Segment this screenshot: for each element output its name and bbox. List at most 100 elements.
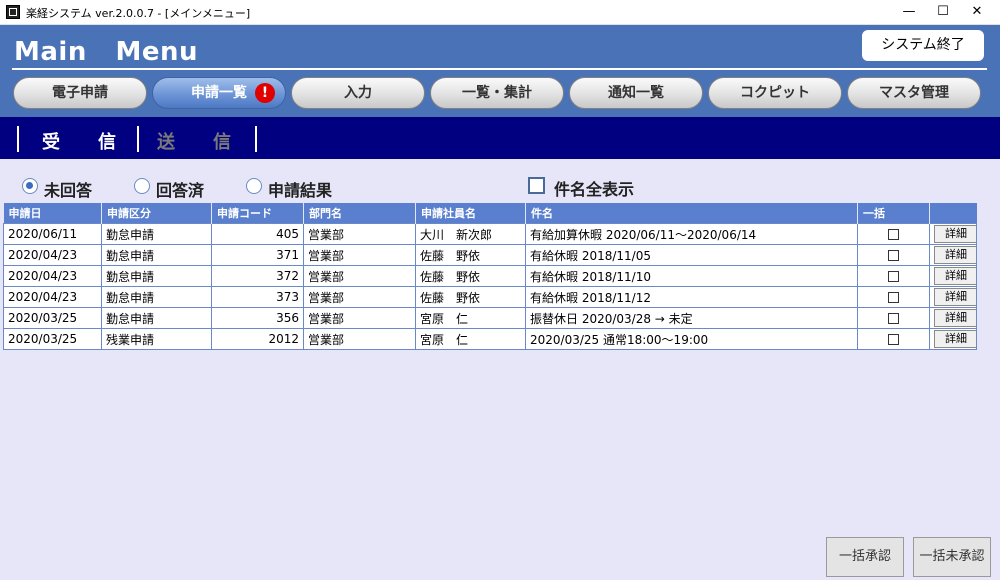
cell-type: 勤怠申請 bbox=[101, 223, 212, 245]
cell-detail: 詳細 bbox=[929, 265, 977, 287]
cell-subject: 2020/03/25 通常18:00～19:00 bbox=[525, 328, 858, 350]
cell-bulk bbox=[857, 286, 930, 308]
table-row[interactable]: 2020/04/23 勤怠申請 371 営業部 佐藤 野依 有給休暇 2018/… bbox=[3, 244, 977, 266]
tab-separator bbox=[137, 126, 139, 152]
detail-button[interactable]: 詳細 bbox=[934, 330, 976, 348]
app-icon bbox=[6, 5, 20, 19]
nav-button-list-summary[interactable]: 一覧・集計 bbox=[430, 77, 564, 109]
show-full-subject-checkbox[interactable] bbox=[528, 177, 545, 194]
column-header bbox=[929, 203, 977, 224]
radio-checked-icon bbox=[22, 178, 38, 194]
detail-button[interactable]: 詳細 bbox=[934, 225, 976, 243]
nav-button-input[interactable]: 入力 bbox=[291, 77, 425, 109]
column-header[interactable]: 件名 bbox=[525, 203, 858, 224]
nav-button-label: マスタ管理 bbox=[879, 85, 949, 101]
alert-icon: ! bbox=[255, 83, 275, 103]
cell-code: 2012 bbox=[211, 328, 304, 350]
detail-button[interactable]: 詳細 bbox=[934, 309, 976, 327]
cell-date: 2020/03/25 bbox=[3, 328, 102, 350]
nav-button-label: 申請一覧 bbox=[191, 85, 247, 101]
nav-button-master-management[interactable]: マスタ管理 bbox=[847, 77, 981, 109]
cell-detail: 詳細 bbox=[929, 307, 977, 329]
column-header[interactable]: 申請区分 bbox=[101, 203, 212, 224]
table-row[interactable]: 2020/04/23 勤怠申請 372 営業部 佐藤 野依 有給休暇 2018/… bbox=[3, 265, 977, 287]
tab-separator bbox=[17, 126, 19, 152]
main-header: Main Menu システム終了 電子申請 申請一覧 ! 入力 一覧・集計 通知… bbox=[0, 25, 1000, 117]
cell-employee: 佐藤 野依 bbox=[415, 244, 526, 266]
cell-detail: 詳細 bbox=[929, 223, 977, 245]
detail-button[interactable]: 詳細 bbox=[934, 267, 976, 285]
cell-employee: 佐藤 野依 bbox=[415, 286, 526, 308]
cell-code: 371 bbox=[211, 244, 304, 266]
cell-employee: 宮原 仁 bbox=[415, 307, 526, 329]
cell-date: 2020/06/11 bbox=[3, 223, 102, 245]
column-header[interactable]: 一括 bbox=[857, 203, 930, 224]
bulk-checkbox[interactable] bbox=[888, 229, 899, 240]
bulk-checkbox[interactable] bbox=[888, 292, 899, 303]
cell-code: 356 bbox=[211, 307, 304, 329]
column-header[interactable]: 部門名 bbox=[303, 203, 416, 224]
cell-type: 勤怠申請 bbox=[101, 265, 212, 287]
nav-button-label: 通知一覧 bbox=[608, 85, 664, 101]
tab-sent[interactable]: 送信 bbox=[157, 128, 269, 154]
cell-code: 373 bbox=[211, 286, 304, 308]
cell-bulk bbox=[857, 307, 930, 329]
bulk-checkbox[interactable] bbox=[888, 334, 899, 345]
table-row[interactable]: 2020/04/23 勤怠申請 373 営業部 佐藤 野依 有給休暇 2018/… bbox=[3, 286, 977, 308]
title-bar: 楽経システム ver.2.0.0.7 - [メインメニュー] — ☐ ✕ bbox=[0, 0, 1000, 25]
bulk-checkbox[interactable] bbox=[888, 271, 899, 282]
cell-employee: 宮原 仁 bbox=[415, 328, 526, 350]
nav-button-electronic-application[interactable]: 電子申請 bbox=[13, 77, 147, 109]
cell-employee: 大川 新次郎 bbox=[415, 223, 526, 245]
cell-subject: 有給休暇 2018/11/12 bbox=[525, 286, 858, 308]
nav-button-application-list[interactable]: 申請一覧 ! bbox=[152, 77, 286, 109]
bulk-approve-button[interactable]: 一括承認 bbox=[826, 537, 904, 577]
cell-date: 2020/04/23 bbox=[3, 286, 102, 308]
table-row[interactable]: 2020/03/25 勤怠申請 356 営業部 宮原 仁 振替休日 2020/0… bbox=[3, 307, 977, 329]
nav-button-cockpit[interactable]: コクピット bbox=[708, 77, 842, 109]
nav-button-label: コクピット bbox=[740, 85, 810, 101]
cell-date: 2020/04/23 bbox=[3, 265, 102, 287]
cell-detail: 詳細 bbox=[929, 328, 977, 350]
cell-bulk bbox=[857, 265, 930, 287]
cell-detail: 詳細 bbox=[929, 244, 977, 266]
bulk-checkbox[interactable] bbox=[888, 313, 899, 324]
column-header[interactable]: 申請コード bbox=[211, 203, 304, 224]
cell-code: 372 bbox=[211, 265, 304, 287]
detail-button[interactable]: 詳細 bbox=[934, 246, 976, 264]
cell-subject: 有給加算休暇 2020/06/11～2020/06/14 bbox=[525, 223, 858, 245]
detail-button[interactable]: 詳細 bbox=[934, 288, 976, 306]
cell-employee: 佐藤 野依 bbox=[415, 265, 526, 287]
cell-date: 2020/03/25 bbox=[3, 307, 102, 329]
cell-subject: 有給休暇 2018/11/10 bbox=[525, 265, 858, 287]
table-row[interactable]: 2020/03/25 残業申請 2012 営業部 宮原 仁 2020/03/25… bbox=[3, 328, 977, 350]
radio-unchecked-icon bbox=[246, 178, 262, 194]
system-exit-button[interactable]: システム終了 bbox=[862, 30, 984, 61]
close-icon[interactable]: ✕ bbox=[954, 0, 1000, 24]
column-header[interactable]: 申請日 bbox=[3, 203, 102, 224]
cell-dept: 営業部 bbox=[303, 328, 416, 350]
nav-button-label: 一覧・集計 bbox=[462, 85, 532, 101]
bulk-checkbox[interactable] bbox=[888, 250, 899, 261]
header-divider bbox=[12, 68, 987, 70]
cell-type: 勤怠申請 bbox=[101, 286, 212, 308]
nav-button-notification-list[interactable]: 通知一覧 bbox=[569, 77, 703, 109]
bulk-unapprove-button[interactable]: 一括未承認 bbox=[913, 537, 991, 577]
table-row[interactable]: 2020/06/11 勤怠申請 405 営業部 大川 新次郎 有給加算休暇 20… bbox=[3, 223, 977, 245]
cell-type: 勤怠申請 bbox=[101, 244, 212, 266]
content-area: 未回答 回答済 申請結果 件名全表示 申請日 申請区分 申請コード 部門名 申請… bbox=[0, 159, 1000, 580]
show-full-subject-label: 件名全表示 bbox=[554, 180, 635, 199]
cell-dept: 営業部 bbox=[303, 244, 416, 266]
cell-bulk bbox=[857, 244, 930, 266]
cell-subject: 振替休日 2020/03/28 → 未定 bbox=[525, 307, 858, 329]
cell-detail: 詳細 bbox=[929, 286, 977, 308]
cell-date: 2020/04/23 bbox=[3, 244, 102, 266]
cell-type: 勤怠申請 bbox=[101, 307, 212, 329]
cell-code: 405 bbox=[211, 223, 304, 245]
nav-button-label: 入力 bbox=[344, 85, 372, 101]
cell-dept: 営業部 bbox=[303, 223, 416, 245]
cell-dept: 営業部 bbox=[303, 307, 416, 329]
column-header[interactable]: 申請社員名 bbox=[415, 203, 526, 224]
cell-bulk bbox=[857, 328, 930, 350]
cell-type: 残業申請 bbox=[101, 328, 212, 350]
